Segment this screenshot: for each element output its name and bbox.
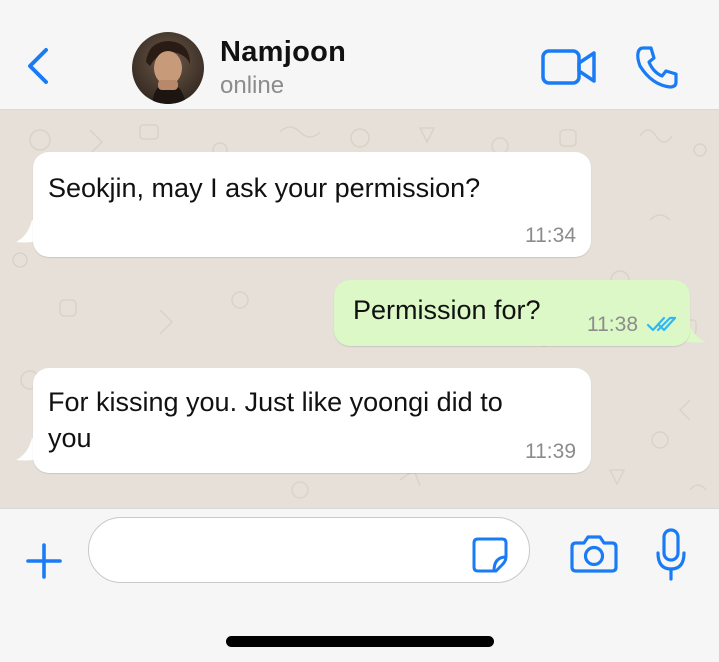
message-input[interactable] xyxy=(88,517,530,583)
sticker-icon xyxy=(472,537,508,573)
message-time: 11:39 xyxy=(525,440,576,463)
read-ticks-icon xyxy=(646,316,677,332)
contact-name[interactable]: Namjoon xyxy=(220,36,346,69)
message-incoming[interactable]: Seokjin, may I ask your permission? 11:3… xyxy=(33,152,591,257)
voice-call-button[interactable] xyxy=(634,44,680,90)
video-camera-icon xyxy=(541,49,596,85)
chevron-left-icon xyxy=(28,48,48,84)
back-button[interactable] xyxy=(24,46,54,86)
video-call-button[interactable] xyxy=(540,48,598,86)
avatar[interactable] xyxy=(132,32,204,104)
plus-icon xyxy=(26,543,62,579)
microphone-icon xyxy=(656,528,686,581)
chat-area[interactable]: Seokjin, may I ask your permission? 11:3… xyxy=(0,110,719,508)
chat-header: Namjoon online xyxy=(0,0,719,110)
message-text-line-2: you xyxy=(48,423,92,453)
camera-icon xyxy=(570,535,618,573)
contact-photo xyxy=(132,32,204,104)
message-incoming[interactable]: For kissing you. Just like yoongi did to… xyxy=(33,368,591,473)
message-text: Seokjin, may I ask your permission? xyxy=(48,173,481,203)
message-time: 11:38 xyxy=(587,313,638,336)
input-bar xyxy=(0,508,719,662)
message-time: 11:34 xyxy=(525,224,576,247)
message-text: Permission for? xyxy=(353,295,541,325)
home-indicator xyxy=(226,636,494,647)
contact-status: online xyxy=(220,72,285,99)
message-text-line-1: For kissing you. Just like yoongi did to xyxy=(48,387,503,417)
phone-icon xyxy=(636,46,678,89)
camera-button[interactable] xyxy=(570,533,618,575)
message-outgoing[interactable]: Permission for? 11:38 xyxy=(334,280,690,346)
attach-button[interactable] xyxy=(22,539,66,583)
microphone-button[interactable] xyxy=(654,527,688,583)
sticker-button[interactable] xyxy=(470,535,510,575)
